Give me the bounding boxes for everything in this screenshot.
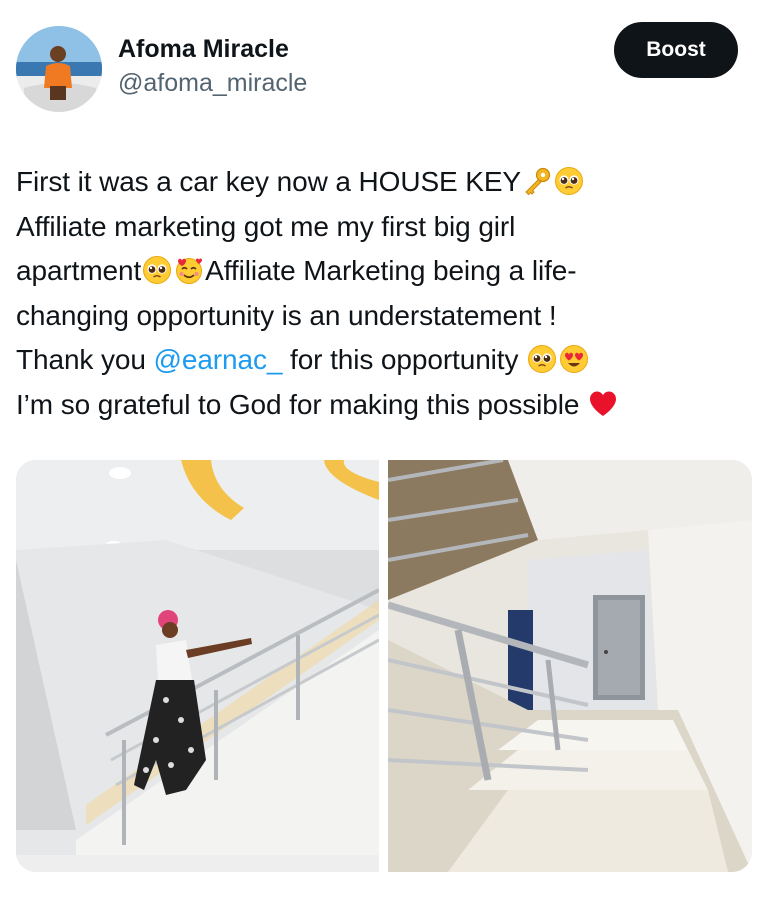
key-emoji-icon <box>522 166 552 196</box>
boost-button[interactable]: Boost <box>614 22 738 78</box>
red-heart-emoji-icon <box>588 389 618 419</box>
user-handle[interactable]: @afoma_miracle <box>118 66 307 100</box>
profile-photo-icon <box>16 26 102 112</box>
tweet-line-6: I’m so grateful to God for making this p… <box>16 383 752 428</box>
tweet-text-segment: changing opportunity is an understatemen… <box>16 299 557 331</box>
tweet-text: First it was a car key now a HOUSE KEY A… <box>16 160 752 427</box>
pleading-face-emoji-icon <box>142 255 172 285</box>
tweet-text-segment: Affiliate Marketing being a life- <box>205 255 577 286</box>
woman-on-staircase-photo-icon <box>16 460 379 872</box>
tweet-text-segment: for this opportunity <box>282 344 527 375</box>
avatar[interactable] <box>16 26 102 112</box>
tweet-text-segment: I’m so grateful to God for making this p… <box>16 388 588 420</box>
heart-eyes-emoji-icon <box>559 344 589 374</box>
mention-link[interactable]: @earnac_ <box>154 344 283 375</box>
tweet-text-segment: apartment <box>16 255 142 286</box>
tweet-line-2: Affiliate marketing got me my first big … <box>16 205 752 250</box>
tweet-line-4: changing opportunity is an understatemen… <box>16 294 752 339</box>
tweet-line-3: apartment Affiliate Marketing being a lif… <box>16 249 752 294</box>
tweet-text-segment: First it was a car key now a HOUSE KEY <box>16 166 522 197</box>
display-name[interactable]: Afoma Miracle <box>118 34 307 64</box>
pleading-face-emoji-icon <box>554 166 584 196</box>
tweet-text-segment: Affiliate marketing got me my first big … <box>16 210 516 242</box>
pleading-face-emoji-icon <box>527 344 557 374</box>
tweet-text-segment: Thank you <box>16 344 154 375</box>
tweet-line-5: Thank you @earnac_ for this opportunity <box>16 338 752 383</box>
staircase-with-railing-photo-icon <box>388 460 752 872</box>
staircase-with-railing-photo[interactable] <box>388 460 752 872</box>
tweet-header: Afoma Miracle @afoma_miracle Boost <box>16 22 738 114</box>
media-grid <box>16 460 752 872</box>
woman-on-staircase-photo[interactable] <box>16 460 379 872</box>
tweet-line-1: First it was a car key now a HOUSE KEY <box>16 160 752 205</box>
smiling-face-with-hearts-emoji-icon <box>174 255 204 285</box>
